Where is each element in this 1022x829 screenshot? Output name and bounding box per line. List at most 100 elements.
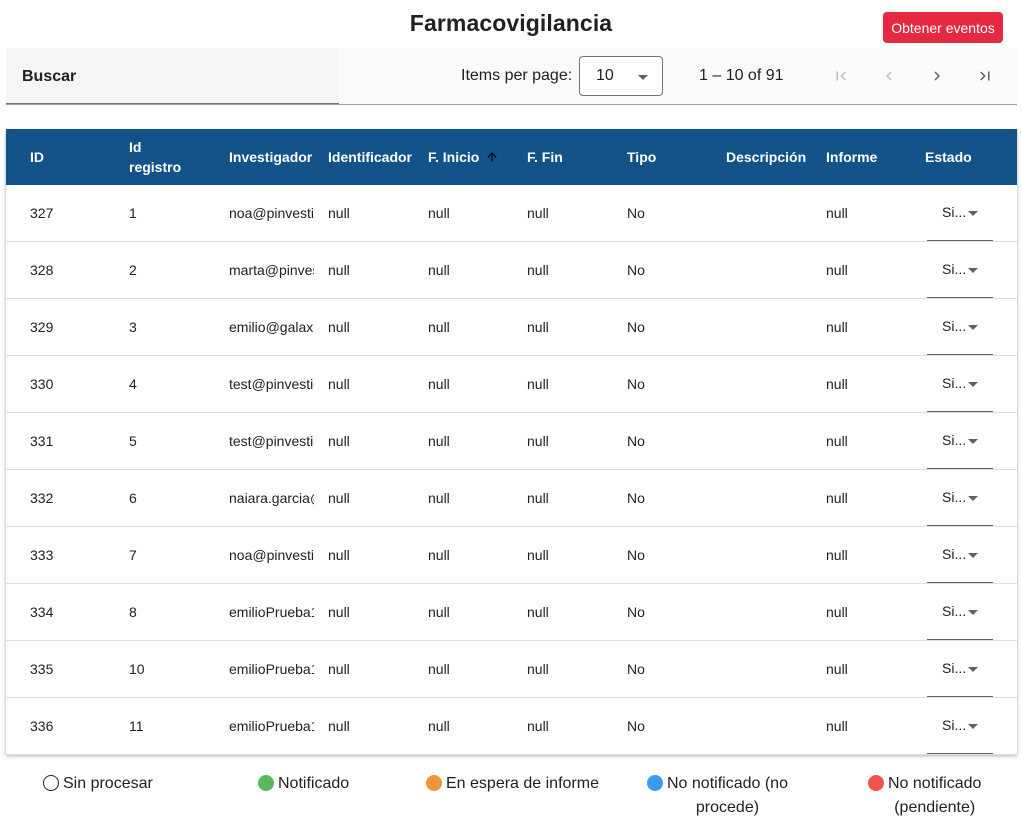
legend-item-no-notificado-no-procede: No notificado (no procede) <box>647 772 788 820</box>
chevron-down-icon <box>968 724 978 729</box>
cell-informe: null <box>826 205 848 221</box>
cell-investigador: emilioPrueba1 <box>229 718 314 734</box>
cell-id-registro: 11 <box>129 718 144 734</box>
events-table: ID Id registro Investigador Identificado… <box>6 129 1017 755</box>
table-toolbar: Buscar Items per page: 10 1 – 10 of 91 <box>6 48 1017 105</box>
search-field[interactable]: Buscar <box>6 48 339 104</box>
column-header-investigador[interactable]: Investigador <box>229 129 312 185</box>
estado-select[interactable]: Si... <box>927 356 993 412</box>
cell-tipo: No <box>627 205 645 221</box>
cell-id-registro: 10 <box>129 661 145 677</box>
cell-investigador: emilio@galaxia <box>229 319 314 335</box>
legend-label: No notificado (no procede) <box>667 775 788 816</box>
estado-select[interactable]: Si... <box>927 185 993 241</box>
table-row[interactable]: 334 8 emilioPrueba1 null null null No null Si... <box>6 584 1017 641</box>
chevron-down-icon <box>968 382 978 387</box>
chevron-down-icon <box>638 75 648 80</box>
cell-f-inicio: null <box>428 718 450 734</box>
chevron-down-icon <box>968 211 978 216</box>
previous-page-button[interactable] <box>874 61 904 91</box>
cell-identificador: null <box>328 433 350 449</box>
cell-tipo: No <box>627 262 645 278</box>
cell-informe: null <box>826 604 848 620</box>
estado-select[interactable]: Si... <box>927 242 993 298</box>
cell-descripcion <box>726 242 816 298</box>
cell-f-inicio: null <box>428 661 450 677</box>
cell-f-fin: null <box>527 376 549 392</box>
cell-investigador: test@pinvestigacion <box>229 376 314 392</box>
table-row[interactable]: 329 3 emilio@galaxia null null null No null Si..… <box>6 299 1017 356</box>
estado-select[interactable]: Si... <box>927 413 993 469</box>
table-row[interactable]: 333 7 noa@pinvestigacion null null null No null… <box>6 527 1017 584</box>
cell-descripcion <box>726 641 816 697</box>
next-page-button[interactable] <box>922 61 952 91</box>
cell-descripcion <box>726 584 816 640</box>
cell-id-registro: 5 <box>129 433 137 449</box>
column-header-identificador[interactable]: Identificador <box>328 129 412 185</box>
estado-select[interactable]: Si... <box>927 641 993 697</box>
cell-informe: null <box>826 490 848 506</box>
column-header-tipo[interactable]: Tipo <box>627 129 656 185</box>
legend-label: No notificado (pendiente) <box>888 775 982 816</box>
items-per-page-label: Items per page: <box>461 67 573 84</box>
estado-select[interactable]: Si... <box>927 698 993 754</box>
items-per-page-select[interactable]: 10 <box>579 56 663 96</box>
cell-id: 328 <box>30 262 54 278</box>
estado-value: Si... <box>942 375 967 391</box>
green-dot-icon <box>258 775 274 791</box>
estado-select[interactable]: Si... <box>927 299 993 355</box>
cell-identificador: null <box>328 547 350 563</box>
cell-informe: null <box>826 319 848 335</box>
search-label: Buscar <box>22 68 77 85</box>
estado-value: Si... <box>942 261 967 277</box>
cell-id: 331 <box>30 433 54 449</box>
chevron-down-icon <box>968 325 978 330</box>
column-header-f-inicio[interactable]: F. Inicio <box>428 129 499 185</box>
legend-item-no-notificado-pendiente: No notificado (pendiente) <box>868 772 981 820</box>
estado-value: Si... <box>942 489 967 505</box>
cell-f-inicio: null <box>428 604 450 620</box>
cell-f-inicio: null <box>428 376 450 392</box>
table-row[interactable]: 330 4 test@pinvestigacion null null null No nul… <box>6 356 1017 413</box>
cell-id-registro: 7 <box>129 547 137 563</box>
cell-f-fin: null <box>527 205 549 221</box>
column-header-id-registro[interactable]: Id registro <box>129 129 181 185</box>
estado-select[interactable]: Si... <box>927 584 993 640</box>
cell-f-fin: null <box>527 604 549 620</box>
cell-tipo: No <box>627 661 645 677</box>
table-row[interactable]: 331 5 test@pinvestigacion null null null No nul… <box>6 413 1017 470</box>
column-header-informe[interactable]: Informe <box>826 129 877 185</box>
table-row[interactable]: 328 2 marta@pinvestigacion null null null No nu… <box>6 242 1017 299</box>
estado-select[interactable]: Si... <box>927 527 993 583</box>
legend-item-en-espera: En espera de informe <box>426 772 599 796</box>
estado-value: Si... <box>942 546 967 562</box>
last-page-button[interactable] <box>970 61 1000 91</box>
cell-id: 332 <box>30 490 54 506</box>
cell-f-inicio: null <box>428 205 450 221</box>
cell-informe: null <box>826 262 848 278</box>
cell-f-fin: null <box>527 547 549 563</box>
cell-identificador: null <box>328 661 350 677</box>
cell-id-registro: 6 <box>129 490 137 506</box>
estado-value: Si... <box>942 603 967 619</box>
chevron-down-icon <box>968 439 978 444</box>
first-page-button[interactable] <box>826 61 856 91</box>
pagination-range: 1 – 10 of 91 <box>699 67 784 84</box>
cell-f-fin: null <box>527 490 549 506</box>
column-header-estado[interactable]: Estado <box>925 129 972 185</box>
cell-tipo: No <box>627 319 645 335</box>
table-row[interactable]: 332 6 naiara.garcia@pinvestigacion null null… <box>6 470 1017 527</box>
column-header-descripcion[interactable]: Descripción <box>726 129 806 185</box>
estado-select[interactable]: Si... <box>927 470 993 526</box>
cell-tipo: No <box>627 376 645 392</box>
cell-informe: null <box>826 718 848 734</box>
cell-f-inicio: null <box>428 547 450 563</box>
column-header-id[interactable]: ID <box>30 129 44 185</box>
get-events-button[interactable]: Obtener eventos <box>883 12 1003 43</box>
table-row[interactable]: 335 10 emilioPrueba1 null null null No null Si..… <box>6 641 1017 698</box>
table-row[interactable]: 327 1 noa@pinvestigacion null null null No null… <box>6 185 1017 242</box>
table-row[interactable]: 336 11 emilioPrueba1 null null null No null Si..… <box>6 698 1017 755</box>
page-title: Farmacovigilancia <box>409 10 613 36</box>
column-header-f-fin[interactable]: F. Fin <box>527 129 563 185</box>
orange-dot-icon <box>426 775 442 791</box>
